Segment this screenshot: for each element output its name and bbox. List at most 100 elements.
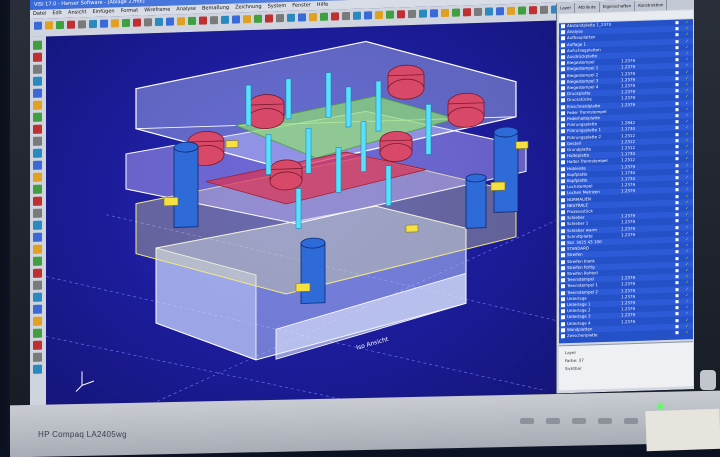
toolbar-tool-icon[interactable] [221,15,229,24]
toolbar-tool-icon[interactable] [265,14,273,23]
toolbar-tool-icon[interactable] [34,21,42,30]
menu-item[interactable]: Analyse [176,6,196,13]
menu-item[interactable]: Fenster [292,2,311,9]
toolbar-tool-icon[interactable] [155,17,163,27]
toolbar-tool-icon[interactable] [408,9,416,19]
monitor-control-button[interactable] [520,418,534,424]
menu-item[interactable]: Wireframe [144,7,170,14]
panel-tab[interactable]: Konstruktion [635,0,668,11]
toolbar-tool-icon[interactable] [342,11,350,21]
side-tool-icon[interactable] [33,232,42,242]
toolbar-tool-icon[interactable] [199,16,207,25]
toolbar-tool-icon[interactable] [375,10,383,20]
menu-item[interactable]: Ansicht [68,9,86,16]
side-tool-icon[interactable] [33,280,42,290]
toolbar-tool-icon[interactable] [67,20,75,29]
toolbar-tool-icon[interactable] [353,11,361,20]
toolbar-tool-icon[interactable] [122,18,130,28]
side-tool-icon[interactable] [33,52,42,62]
toolbar-tool-icon[interactable] [133,18,141,27]
side-tool-icon[interactable] [33,328,42,338]
side-tool-icon[interactable] [33,148,42,158]
side-tool-icon[interactable] [33,172,42,182]
side-tool-icon[interactable] [33,112,42,122]
menu-item[interactable]: Datei [33,10,46,16]
side-tool-icon[interactable] [33,124,42,134]
toolbar-tool-icon[interactable] [540,5,548,14]
side-tool-icon[interactable] [33,160,42,170]
side-tool-icon[interactable] [33,64,42,74]
toolbar-tool-icon[interactable] [188,16,196,26]
side-tool-icon[interactable] [33,196,42,206]
side-tool-icon[interactable] [33,316,42,326]
toolbar-tool-icon[interactable] [364,11,372,20]
toolbar-tool-icon[interactable] [243,15,251,24]
toolbar-tool-icon[interactable] [529,6,537,15]
side-tool-icon[interactable] [33,292,42,302]
side-tool-icon[interactable] [33,244,42,254]
menu-item[interactable]: Bemaßung [202,5,229,12]
3d-viewport[interactable]: Iso Ansicht [46,20,556,410]
toolbar-tool-icon[interactable] [89,19,97,29]
toolbar-tool-icon[interactable] [144,18,152,27]
menu-item[interactable]: Zeichnung [235,4,262,11]
layer-tree[interactable]: Abstandplatte 1_2370 ■ ✓ Analyse ■ ✓ Aufbaupla… [559,19,693,344]
side-tool-icon[interactable] [33,88,42,98]
menu-item[interactable]: Hilfe [317,2,328,8]
toolbar-tool-icon[interactable] [298,13,306,22]
menu-item[interactable]: Format [121,8,139,15]
toolbar-tool-icon[interactable] [331,12,339,21]
side-tool-icon[interactable] [33,340,42,350]
toolbar-tool-icon[interactable] [397,10,405,19]
toolbar-tool-icon[interactable] [111,19,119,28]
toolbar-tool-icon[interactable] [507,6,515,16]
side-tool-icon[interactable] [33,352,42,362]
menu-item[interactable]: System [268,3,287,10]
toolbar-tool-icon[interactable] [232,15,240,24]
toolbar-tool-icon[interactable] [287,13,295,22]
side-tool-icon[interactable] [33,220,42,230]
toolbar-tool-icon[interactable] [419,9,427,18]
toolbar-tool-icon[interactable] [45,21,53,30]
side-tool-icon[interactable] [33,136,42,146]
toolbar-tool-icon[interactable] [166,17,174,26]
toolbar-tool-icon[interactable] [463,8,471,17]
toolbar-tool-icon[interactable] [452,8,460,17]
toolbar-tool-icon[interactable] [56,20,64,30]
toolbar-tool-icon[interactable] [518,6,526,15]
side-tool-icon[interactable] [33,304,42,314]
side-tool-icon[interactable] [33,100,42,110]
toolbar-tool-icon[interactable] [474,7,482,17]
toolbar-tool-icon[interactable] [210,16,218,25]
panel-tab[interactable]: Eigenschaften [599,0,636,13]
monitor-control-button[interactable] [624,418,638,424]
monitor-control-button[interactable] [546,418,560,424]
check-icon[interactable]: ✓ [683,329,691,335]
monitor-control-button[interactable] [598,418,612,424]
side-tool-icon[interactable] [33,268,42,278]
side-tool-icon[interactable] [33,76,42,86]
side-tool-icon[interactable] [33,184,42,194]
side-tool-icon[interactable] [33,256,42,266]
toolbar-tool-icon[interactable] [320,12,328,21]
toolbar-tool-icon[interactable] [177,17,185,26]
side-tool-icon[interactable] [33,40,42,50]
toolbar-tool-icon[interactable] [441,8,449,18]
panel-tab[interactable]: Layer [557,2,576,14]
toolbar-tool-icon[interactable] [496,7,504,16]
monitor-control-button[interactable] [572,418,586,424]
toolbar-tool-icon[interactable] [100,19,108,28]
toolbar-tool-icon[interactable] [386,10,394,19]
toolbar-tool-icon[interactable] [430,9,438,18]
toolbar-tool-icon[interactable] [276,14,284,23]
side-tool-icon[interactable] [33,364,42,374]
visibility-icon[interactable]: ■ [673,330,681,336]
menu-item[interactable]: Einfügen [93,8,115,15]
side-tool-icon[interactable] [33,208,42,218]
toolbar-tool-icon[interactable] [485,7,493,16]
menu-item[interactable]: Edit [52,10,62,16]
toolbar-tool-icon[interactable] [78,20,86,29]
toolbar-tool-icon[interactable] [309,12,317,22]
toolbar-tool-icon[interactable] [254,14,262,23]
panel-tab[interactable]: Attribute [575,2,600,13]
